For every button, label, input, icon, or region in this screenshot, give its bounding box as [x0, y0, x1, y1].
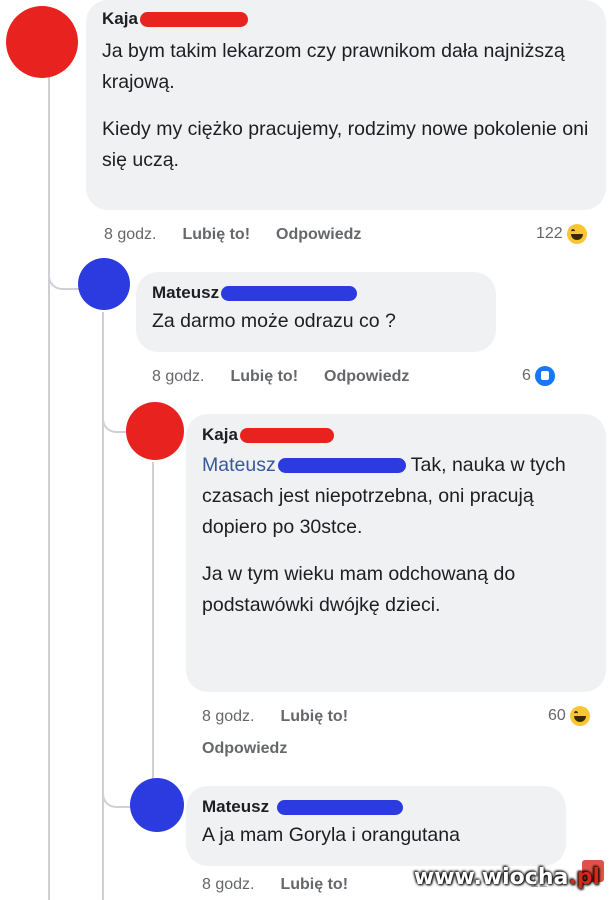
like-emoji-icon [534, 366, 555, 386]
thread-connector [48, 248, 80, 290]
comment-actions: 8 godz. Lubię to! [202, 876, 348, 894]
comment-actions-secondary: Odpowiedz [202, 740, 287, 758]
comment-actions: 8 godz. Lubię to! [202, 708, 348, 726]
redaction-bar [277, 799, 404, 815]
reaction-count: 6 [522, 367, 531, 384]
reaction-count: 60 [548, 707, 566, 724]
like-button[interactable]: Lubię to! [182, 226, 250, 244]
avatar[interactable] [78, 258, 130, 310]
comment-text: Ja w tym wieku mam odchowaną do podstawó… [202, 563, 516, 616]
comment-author[interactable]: Mateusz [152, 282, 480, 304]
comment-author[interactable]: Mateusz [202, 796, 550, 818]
comment-author[interactable]: Kaja [202, 424, 590, 446]
redaction-bar [139, 11, 248, 27]
comment-text: Ja bym takim lekarzom czy prawnikom dała… [102, 40, 565, 93]
thread-line-main [48, 70, 50, 900]
redaction-bar [277, 458, 406, 474]
timestamp[interactable]: 8 godz. [202, 876, 254, 894]
avatar[interactable] [130, 778, 184, 832]
like-button[interactable]: Lubię to! [280, 876, 348, 894]
haha-emoji-icon [566, 224, 587, 244]
like-button[interactable]: Lubię to! [280, 708, 348, 726]
thread-line-deep [152, 462, 154, 792]
comment-bubble: Mateusz Za darmo może odrazu co ? [136, 272, 496, 352]
reaction-summary[interactable]: 60 [548, 706, 590, 726]
timestamp[interactable]: 8 godz. [202, 708, 254, 726]
watermark-site: www.wiocha [413, 865, 569, 890]
comment-text: Kiedy my ciężko pracujemy, rodzimy nowe … [102, 118, 589, 171]
comment-text: A ja mam Goryla i orangutana [202, 824, 460, 846]
author-name[interactable]: Kaja [202, 424, 238, 446]
reaction-summary[interactable]: 6 [522, 366, 555, 386]
timestamp[interactable]: 8 godz. [104, 226, 156, 244]
watermark: www.wiocha.pl [414, 865, 600, 890]
reply-button[interactable]: Odpowiedz [324, 368, 409, 386]
like-button[interactable]: Lubię to! [230, 368, 298, 386]
reaction-count: 122 [536, 225, 563, 242]
redaction-bar [221, 285, 358, 301]
author-name[interactable]: Kaja [102, 8, 138, 30]
comment-bubble: Kaja Ja bym takim lekarzom czy prawnikom… [86, 0, 606, 210]
author-name[interactable]: Mateusz [152, 282, 219, 304]
redaction-bar [239, 427, 334, 443]
reply-button[interactable]: Odpowiedz [202, 740, 287, 758]
watermark-tld: .pl [568, 865, 600, 890]
thread-connector [102, 770, 132, 808]
comment-bubble: Mateusz A ja mam Goryla i orangutana [186, 786, 566, 866]
author-name[interactable]: Mateusz [202, 796, 269, 818]
mention-link[interactable]: Mateusz [202, 454, 276, 476]
avatar[interactable] [126, 402, 184, 460]
haha-emoji-icon [569, 706, 590, 726]
comment-actions: 8 godz. Lubię to! Odpowiedz [152, 368, 409, 386]
avatar[interactable] [6, 6, 78, 78]
timestamp[interactable]: 8 godz. [152, 368, 204, 386]
comment-actions: 8 godz. Lubię to! Odpowiedz [104, 226, 361, 244]
comment-bubble: Kaja Mateusz Tak, nauka w tych czasach j… [186, 414, 606, 692]
comment-text: Za darmo może odrazu co ? [152, 310, 396, 332]
comment-author[interactable]: Kaja [102, 8, 590, 30]
reply-button[interactable]: Odpowiedz [276, 226, 361, 244]
comment-text: Mateusz Tak, nauka w tych czasach jest n… [202, 450, 590, 543]
reaction-summary[interactable]: 122 [536, 224, 587, 244]
